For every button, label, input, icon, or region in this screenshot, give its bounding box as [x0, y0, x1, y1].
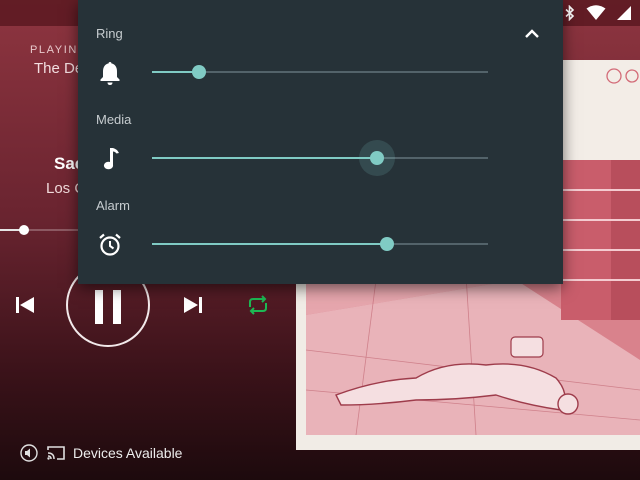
- media-volume-row: Media: [78, 112, 563, 182]
- alarm-volume-row: Alarm: [78, 198, 563, 268]
- previous-track-button[interactable]: [14, 294, 36, 316]
- ring-volume-row: Ring: [78, 26, 563, 96]
- wifi-icon: [586, 5, 606, 21]
- slider-fill: [152, 157, 377, 159]
- pause-icon-bar: [113, 290, 121, 324]
- status-icons: [564, 4, 632, 22]
- ring-label: Ring: [96, 26, 123, 41]
- ring-volume-slider[interactable]: [152, 65, 488, 79]
- skip-next-icon: [184, 297, 202, 313]
- next-track-button[interactable]: [182, 294, 204, 316]
- slider-fill: [152, 243, 387, 245]
- progress-thumb[interactable]: [19, 225, 29, 235]
- volume-panel: Ring Media Alarm: [78, 0, 563, 284]
- bluetooth-icon: [564, 5, 576, 21]
- progress-bar[interactable]: [0, 229, 80, 231]
- music-note-icon[interactable]: [98, 146, 122, 172]
- bell-icon[interactable]: [98, 60, 122, 86]
- cellular-signal-icon: [616, 5, 632, 21]
- alarm-clock-icon[interactable]: [98, 232, 122, 258]
- playing-from-name[interactable]: The De: [34, 60, 83, 77]
- slider-thumb[interactable]: [370, 151, 384, 165]
- skip-previous-icon: [16, 297, 34, 313]
- devices-available-label[interactable]: Devices Available: [73, 444, 182, 462]
- pause-icon: [95, 290, 103, 324]
- speaker-icon[interactable]: [20, 444, 38, 462]
- media-label: Media: [96, 112, 132, 127]
- repeat-button[interactable]: [245, 294, 271, 316]
- slider-thumb[interactable]: [380, 237, 394, 251]
- slider-thumb[interactable]: [192, 65, 206, 79]
- connect-devices-icon[interactable]: [46, 444, 66, 462]
- repeat-icon: [249, 295, 267, 315]
- media-volume-slider[interactable]: [152, 140, 488, 176]
- alarm-volume-slider[interactable]: [152, 237, 488, 251]
- alarm-label: Alarm: [96, 198, 130, 213]
